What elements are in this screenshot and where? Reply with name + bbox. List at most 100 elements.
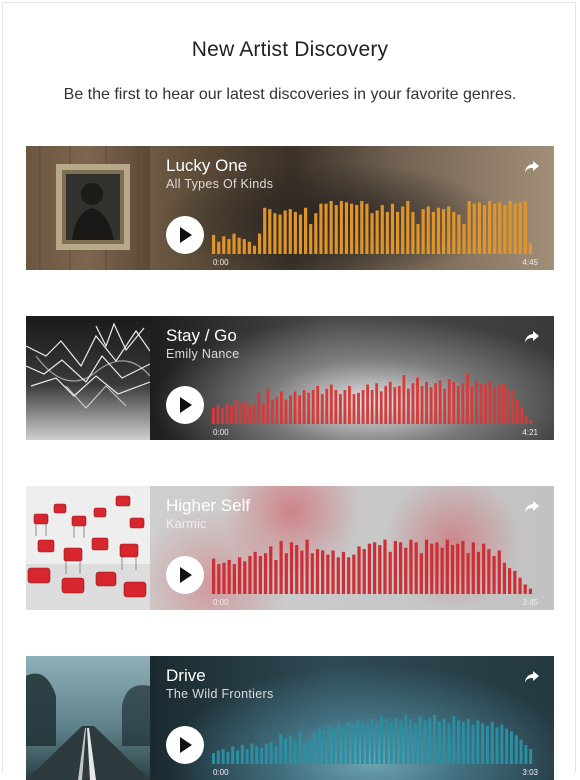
waveform-bar	[442, 719, 446, 764]
waveform-bar	[338, 394, 342, 424]
waveform-bar	[221, 407, 224, 424]
waveform-bar	[476, 720, 480, 764]
waveform-bar	[298, 214, 303, 254]
share-icon[interactable]	[524, 670, 540, 684]
track-card[interactable]: Drive The Wild Frontiers 0:00 3:03	[26, 656, 554, 780]
waveform-bar	[520, 407, 524, 424]
waveform-bar	[275, 396, 279, 424]
waveform-bar	[222, 236, 226, 254]
waveform-bar	[484, 384, 487, 424]
waveform-bar	[252, 245, 257, 254]
waveform-bar	[327, 725, 331, 764]
waveform[interactable]	[212, 186, 534, 254]
waveform-bar	[350, 203, 354, 254]
play-icon	[180, 397, 192, 413]
waveform-bar	[284, 399, 288, 424]
waveform-bar	[225, 403, 229, 424]
waveform-bar	[365, 203, 369, 254]
waveform-bar	[482, 543, 486, 594]
waveform-bar	[355, 205, 359, 254]
waveform[interactable]	[212, 696, 534, 764]
waveform-bar	[315, 549, 320, 594]
waveform-bar	[421, 209, 425, 254]
waveform-bar	[269, 742, 273, 764]
waveform-bar	[493, 203, 497, 254]
play-icon	[180, 227, 192, 243]
waveform-bar	[348, 385, 351, 424]
waveform-bar	[476, 551, 481, 594]
waveform-bar	[508, 568, 512, 594]
waveform-bar	[419, 553, 423, 594]
waveform-bar	[339, 200, 343, 254]
track-card[interactable]: Lucky One All Types Of Kinds 0:00 4:45	[26, 146, 554, 270]
waveform-bar	[352, 554, 356, 594]
waveform-bar	[231, 746, 235, 764]
waveform-bar	[426, 206, 430, 254]
waveform-bar	[470, 385, 474, 424]
waveform-bar	[344, 202, 349, 254]
waveform-bar	[324, 203, 328, 254]
waveform-bar	[221, 749, 225, 764]
waveform-bar	[513, 570, 517, 594]
waveform-bar	[365, 724, 369, 764]
waveform-bar	[298, 395, 301, 424]
waveform-bar	[279, 734, 283, 764]
waveform-bar	[316, 385, 320, 424]
waveform[interactable]	[212, 356, 534, 424]
waveform-bar	[456, 385, 460, 424]
waveform-bar	[283, 210, 287, 254]
waveform-bar	[447, 206, 451, 254]
time-end: 3:45	[522, 598, 538, 607]
share-icon[interactable]	[524, 160, 540, 174]
waveform-bar	[423, 720, 427, 764]
waveform-bar	[266, 388, 270, 424]
waveform-bar	[332, 728, 336, 764]
time-start: 0:00	[213, 428, 229, 437]
waveform-bar	[492, 555, 496, 594]
waveform-bar	[217, 241, 221, 254]
share-icon[interactable]	[524, 500, 540, 514]
waveform-bar	[452, 716, 456, 764]
waveform-bar	[487, 549, 491, 594]
play-button[interactable]	[166, 556, 204, 594]
waveform-bar	[389, 721, 393, 764]
track-title: Drive	[166, 666, 206, 685]
waveform-bar	[434, 383, 438, 424]
waveform-bar	[466, 719, 470, 764]
waveform-bar	[250, 743, 254, 764]
waveform-bar	[216, 404, 220, 424]
play-button[interactable]	[166, 216, 204, 254]
waveform-bar	[352, 394, 356, 424]
waveform-bar	[416, 224, 420, 254]
play-icon	[180, 737, 192, 753]
waveform-bar	[367, 543, 372, 594]
waveform-bar	[360, 721, 364, 764]
waveform-bar	[308, 739, 312, 764]
waveform-bar	[230, 404, 233, 424]
waveform-bar	[375, 383, 379, 424]
waveform-bar	[388, 381, 392, 424]
waveform-bar	[252, 403, 256, 424]
track-card[interactable]: Stay / Go Emily Nance 0:00 4:21	[26, 316, 554, 440]
waveform-bar	[498, 202, 502, 254]
waveform-bar	[440, 547, 444, 594]
waveform-bar	[356, 720, 360, 764]
play-icon	[180, 567, 192, 583]
waveform[interactable]	[212, 526, 534, 594]
waveform-bar	[243, 561, 247, 594]
time-start: 0:00	[213, 768, 229, 777]
waveform-bar	[500, 724, 504, 764]
waveform-bar	[528, 243, 533, 254]
waveform-bar	[383, 539, 387, 594]
waveform-bar	[472, 203, 476, 254]
share-icon[interactable]	[524, 330, 540, 344]
waveform-bar	[393, 387, 397, 424]
waveform-bar	[506, 388, 510, 424]
waveform-bar	[237, 557, 242, 594]
track-card[interactable]: Higher Self Karmic 0:00 3:45	[26, 486, 554, 610]
waveform-bar	[255, 746, 259, 764]
play-button[interactable]	[166, 726, 204, 764]
waveform-bar	[284, 738, 288, 764]
play-button[interactable]	[166, 386, 204, 424]
waveform-bar	[467, 200, 471, 254]
